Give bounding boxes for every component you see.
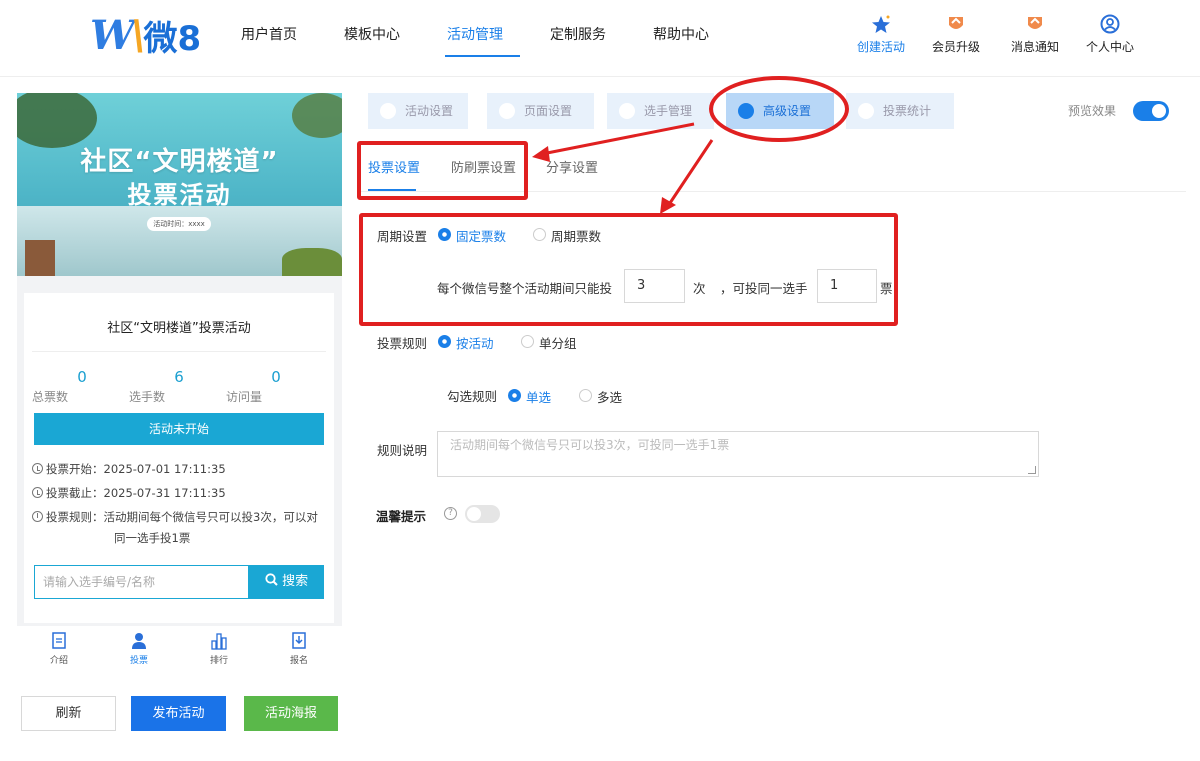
annotation-arrow [666, 139, 714, 207]
annotation-arrow [541, 122, 695, 156]
annotation-arrows [532, 122, 714, 214]
annotation-arrowhead [532, 146, 550, 162]
